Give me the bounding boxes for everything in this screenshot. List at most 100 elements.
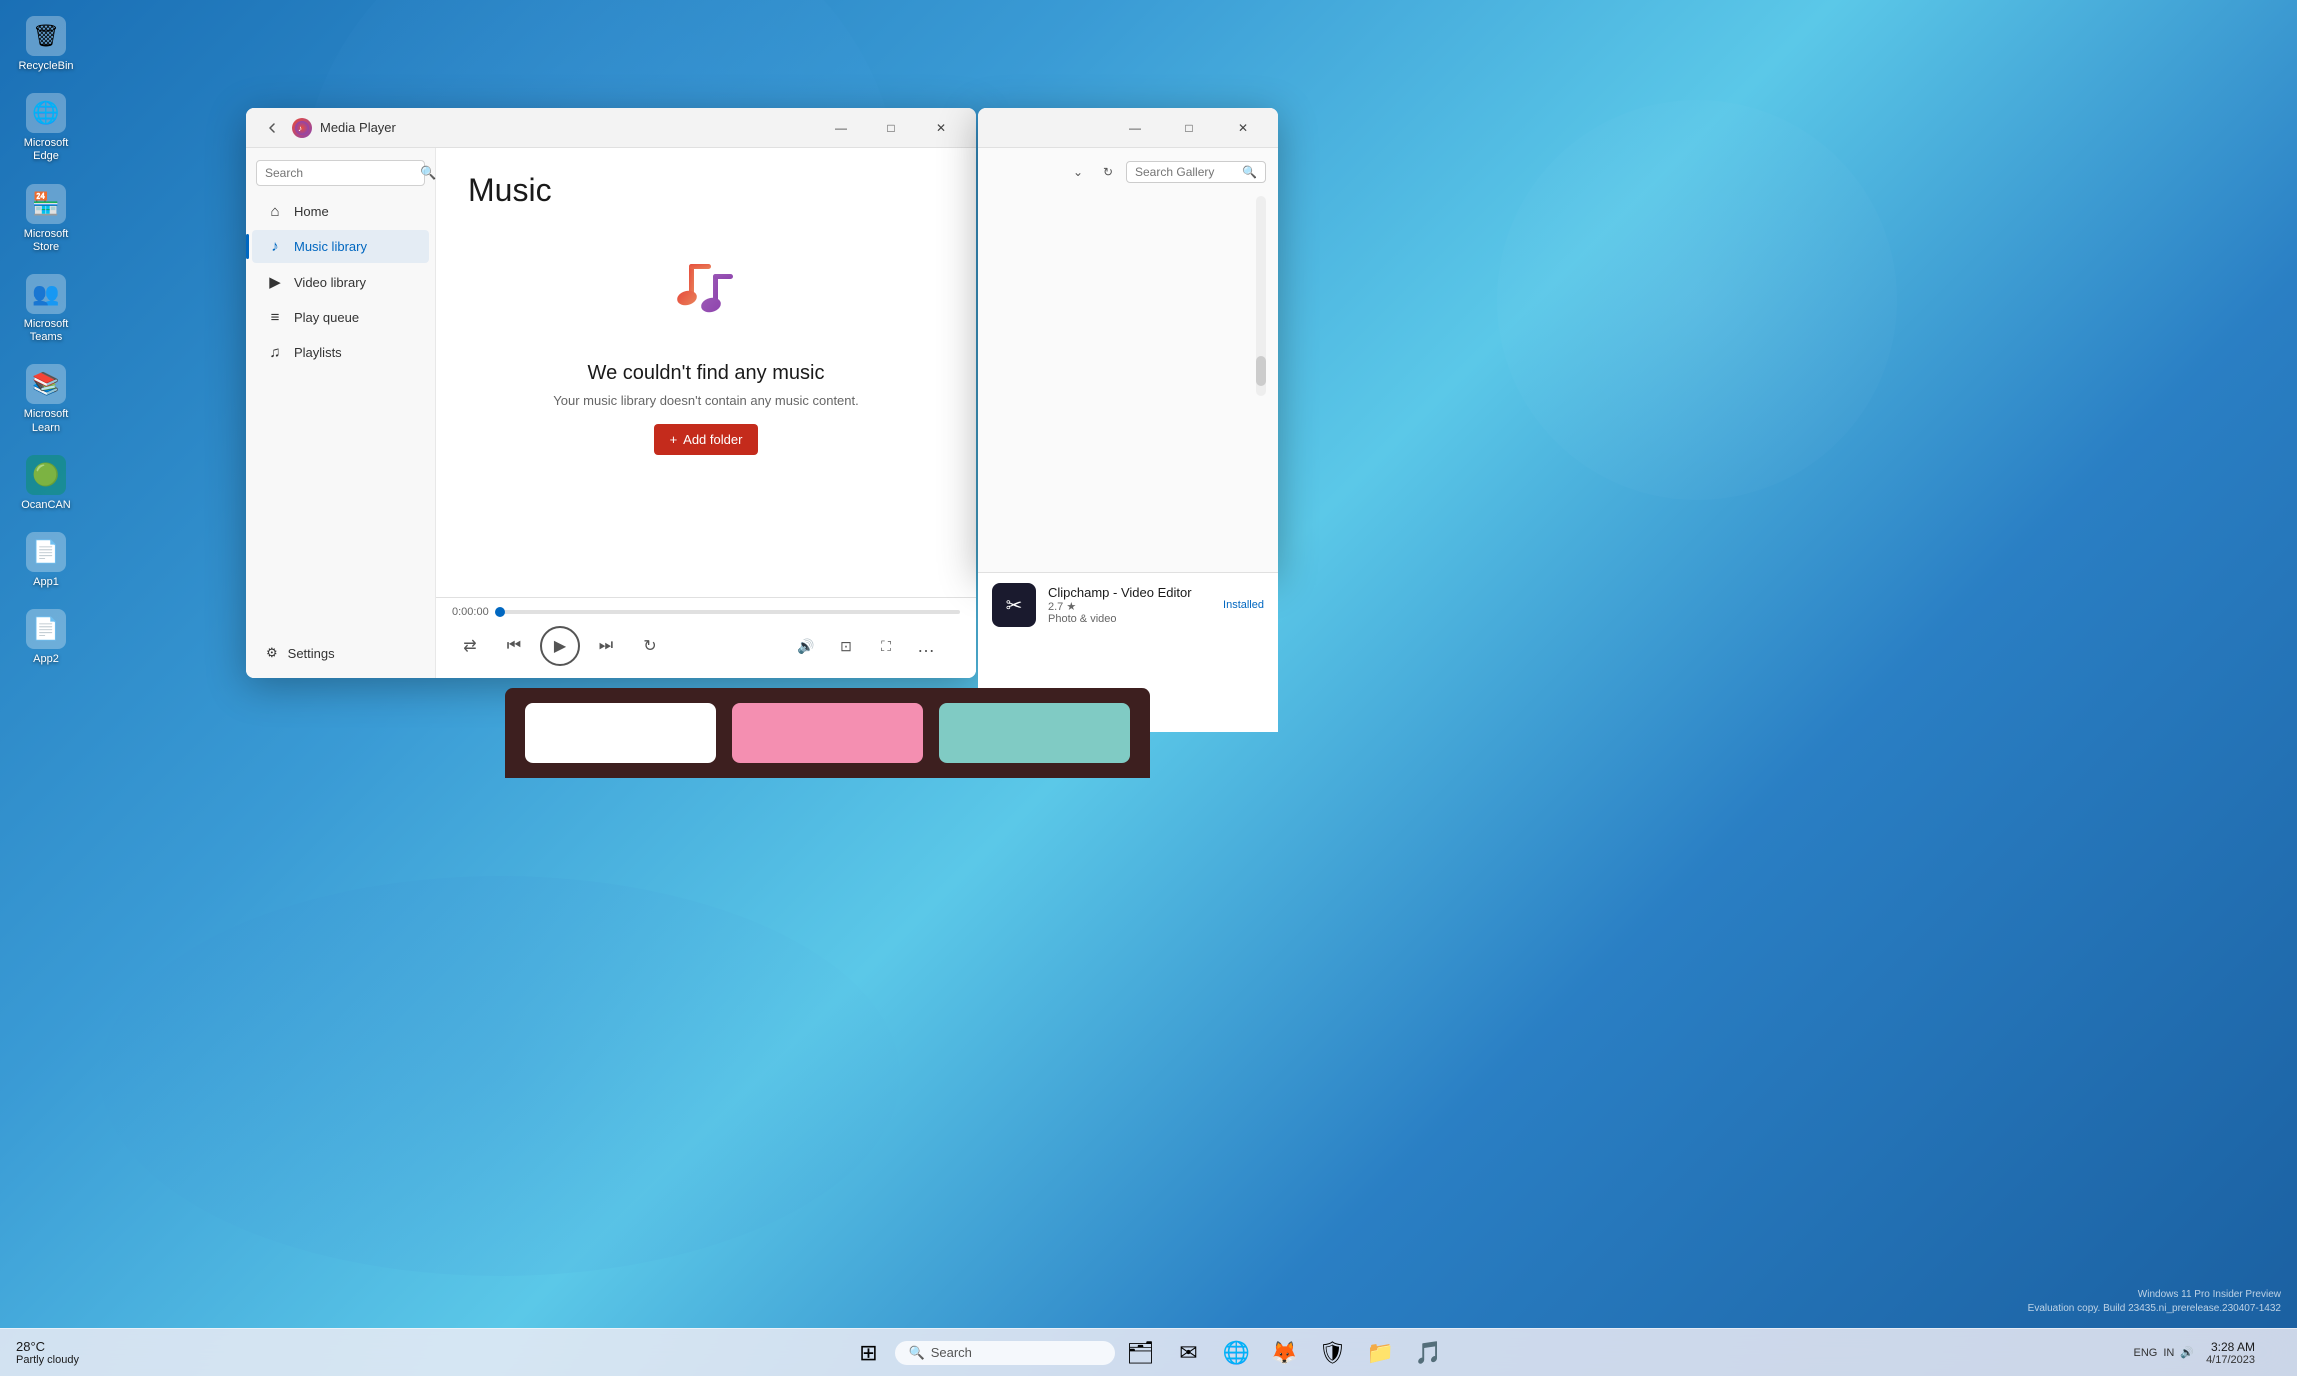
appstore-item-info: Clipchamp - Video Editor 2.7 ★ Photo & v…	[1048, 585, 1211, 625]
video-library-icon: ▶	[266, 273, 284, 291]
more-options-button[interactable]: …	[908, 628, 944, 664]
shuffle-button[interactable]: ⇄	[452, 628, 488, 664]
previous-button[interactable]: ⏮	[496, 628, 532, 664]
appstore-item-rating: 2.7 ★	[1048, 600, 1211, 613]
taskbar-mail[interactable]: ✉	[1167, 1331, 1211, 1375]
app-logo-icon: ♪	[292, 118, 312, 138]
sidebar-item-play-queue[interactable]: ≡ Play queue	[252, 301, 429, 334]
desktop-icon-recyclebin[interactable]: 🗑 RecycleBin	[10, 10, 82, 79]
appstore-item-status: Installed	[1223, 599, 1264, 611]
security-icon: 🛡	[1319, 1340, 1347, 1366]
bottom-partial-panel	[505, 688, 1150, 778]
firefox-icon: 🦊	[1271, 1340, 1298, 1366]
taskbar-search-box[interactable]: 🔍 Search	[895, 1341, 1115, 1365]
play-pause-button[interactable]: ▶	[540, 626, 580, 666]
gallery-window: — □ ✕ ⌄ ↻ 🔍	[978, 108, 1278, 573]
settings-icon: ⚙	[266, 645, 278, 661]
gallery-scrollbar[interactable]	[1256, 196, 1266, 396]
gallery-search-box[interactable]: 🔍	[1126, 161, 1266, 183]
desktop-icon-app1[interactable]: 📄 App1	[10, 526, 82, 595]
gallery-maximize-button[interactable]: □	[1166, 112, 1212, 144]
taskbar: 28°C Partly cloudy ⊞ 🔍 Search 🗂 ✉ 🌐 🦊 🛡 …	[0, 1328, 2297, 1376]
files-icon: 📁	[1367, 1340, 1394, 1366]
gallery-toolbar: ⌄ ↻ 🔍	[990, 160, 1266, 184]
taskbar-weather[interactable]: 28°C Partly cloudy	[16, 1339, 79, 1366]
taskbar-search-icon: 🔍	[909, 1345, 925, 1361]
recyclebin-icon: 🗑	[26, 16, 66, 56]
desktop-icon-ocan[interactable]: 🟢 OcanCAN	[10, 449, 82, 518]
fullscreen-button[interactable]: ⛶	[868, 628, 904, 664]
close-button[interactable]: ✕	[918, 112, 964, 144]
current-time-label: 0:00:00	[452, 606, 492, 618]
sidebar-search-icon: 🔍	[420, 165, 436, 181]
appstore-item-name: Clipchamp - Video Editor	[1048, 585, 1211, 600]
sidebar-item-music-library[interactable]: ♪ Music library	[252, 230, 429, 263]
recyclebin-label: RecycleBin	[18, 60, 73, 73]
appstore-item-category: Photo & video	[1048, 613, 1211, 625]
volume-button[interactable]: 🔊	[788, 628, 824, 664]
desktop-icons-container: 🗑 RecycleBin 🌐 Microsoft Edge 🏪 Microsof…	[0, 0, 92, 682]
sidebar: 🔍 ⌂ Home ♪ Music library ▶ Video library…	[246, 148, 436, 678]
maximize-button[interactable]: □	[868, 112, 914, 144]
app1-label: App1	[33, 576, 59, 589]
gallery-content: ⌄ ↻ 🔍	[978, 148, 1278, 573]
gallery-refresh-button[interactable]: ↻	[1096, 160, 1120, 184]
eval-line2: Evaluation copy. Build 23435.ni_prerelea…	[2028, 1302, 2281, 1316]
desktop-icon-app2[interactable]: 📄 App2	[10, 603, 82, 672]
taskbar-firefox[interactable]: 🦊	[1263, 1331, 1307, 1375]
volume-tray-icon[interactable]: 🔊	[2180, 1346, 2194, 1359]
desktop-icon-teams[interactable]: 👥 Microsoft Teams	[10, 268, 82, 350]
right-controls: 🔊 ⊡ ⛶ …	[788, 628, 944, 664]
taskbar-files[interactable]: 📁	[1359, 1331, 1403, 1375]
bottom-card-white	[525, 703, 716, 763]
taskbar-clock[interactable]: 3:28 AM 4/17/2023	[2206, 1340, 2255, 1366]
sidebar-item-home[interactable]: ⌂ Home	[252, 195, 429, 228]
taskbar-search-label: Search	[931, 1345, 972, 1360]
next-button[interactable]: ⏭	[588, 628, 624, 664]
gallery-scrollbar-thumb[interactable]	[1256, 356, 1266, 386]
miniplayer-button[interactable]: ⊡	[828, 628, 864, 664]
progress-bar[interactable]	[500, 610, 960, 614]
player-bar: 0:00:00 ⇄ ⏮ ▶ ⏭ ↻ 🔊	[436, 597, 976, 678]
add-folder-button[interactable]: + Add folder	[654, 424, 759, 455]
gallery-title-bar: — □ ✕	[978, 108, 1278, 148]
language-indicator: ENG	[2134, 1347, 2158, 1359]
empty-state: We couldn't find any music Your music li…	[468, 233, 944, 474]
gallery-search-icon: 🔍	[1242, 165, 1257, 179]
clock-date: 4/17/2023	[2206, 1354, 2255, 1366]
bottom-card-pink	[732, 703, 923, 763]
playback-controls: ⇄ ⏮ ▶ ⏭ ↻	[452, 626, 668, 666]
sidebar-search-box[interactable]: 🔍	[256, 160, 425, 186]
evaluation-watermark: Windows 11 Pro Insider Preview Evaluatio…	[2028, 1288, 2281, 1316]
gallery-sort-button[interactable]: ⌄	[1066, 160, 1090, 184]
back-button[interactable]	[258, 114, 286, 142]
sidebar-item-playlists[interactable]: ♫ Playlists	[252, 336, 429, 369]
sidebar-settings-label: Settings	[288, 646, 335, 661]
gallery-scroll-area	[990, 196, 1266, 396]
desktop-icon-learn[interactable]: 📚 Microsoft Learn	[10, 358, 82, 440]
appstore-item[interactable]: ✂ Clipchamp - Video Editor 2.7 ★ Photo &…	[978, 573, 1278, 637]
sidebar-search-input[interactable]	[265, 166, 420, 180]
taskbar-start-button[interactable]: ⊞	[847, 1331, 891, 1375]
ocan-label: OcanCAN	[21, 499, 71, 512]
gallery-search-input[interactable]	[1135, 165, 1242, 179]
add-folder-label: Add folder	[683, 432, 742, 447]
sidebar-item-settings[interactable]: ⚙ Settings	[252, 637, 429, 669]
taskbar-task-view[interactable]: 🗂	[1119, 1331, 1163, 1375]
minimize-button[interactable]: —	[818, 112, 864, 144]
gallery-close-button[interactable]: ✕	[1220, 112, 1266, 144]
taskbar-media-player[interactable]: 🎵	[1407, 1331, 1451, 1375]
page-title: Music	[468, 172, 944, 209]
taskbar-security[interactable]: 🛡	[1311, 1331, 1355, 1375]
repeat-button[interactable]: ↻	[632, 628, 668, 664]
gallery-minimize-button[interactable]: —	[1112, 112, 1158, 144]
desktop-icon-edge[interactable]: 🌐 Microsoft Edge	[10, 87, 82, 169]
add-folder-icon: +	[670, 432, 678, 447]
taskbar-edge[interactable]: 🌐	[1215, 1331, 1259, 1375]
empty-state-description: Your music library doesn't contain any m…	[553, 393, 859, 408]
sidebar-item-video-library[interactable]: ▶ Video library	[252, 265, 429, 299]
media-player-taskbar-icon: 🎵	[1415, 1340, 1442, 1366]
notification-area[interactable]	[2267, 1335, 2281, 1371]
teams-label: Microsoft Teams	[14, 318, 78, 344]
desktop-icon-store[interactable]: 🏪 Microsoft Store	[10, 178, 82, 260]
